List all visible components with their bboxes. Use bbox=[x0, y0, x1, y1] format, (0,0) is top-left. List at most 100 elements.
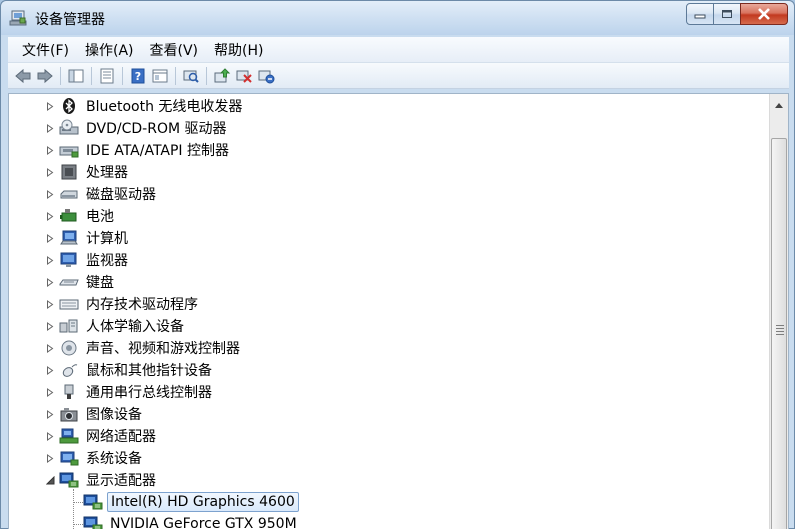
tree-expander[interactable] bbox=[45, 386, 55, 398]
help-button[interactable]: ? bbox=[127, 66, 149, 86]
bluetooth-icon bbox=[59, 96, 79, 116]
expand-arrow-icon bbox=[47, 365, 54, 375]
menu-file[interactable]: 文件(F) bbox=[14, 40, 77, 60]
tree-expander[interactable] bbox=[45, 188, 55, 200]
caption-buttons bbox=[686, 3, 788, 25]
scrollbar-grip-icon bbox=[776, 325, 784, 337]
maximize-button[interactable] bbox=[713, 3, 741, 25]
disable-device-button[interactable] bbox=[233, 66, 255, 86]
tree-expander[interactable] bbox=[45, 166, 55, 178]
tree-category-item[interactable]: 电池 bbox=[45, 205, 117, 227]
tree-category-item[interactable]: 磁盘驱动器 bbox=[45, 183, 159, 205]
processor-icon bbox=[59, 162, 79, 182]
tree-expander[interactable] bbox=[45, 254, 55, 266]
tree-category-item[interactable]: 网络适配器 bbox=[45, 425, 159, 447]
tree-expander[interactable] bbox=[45, 364, 55, 376]
tree-category-item[interactable]: 通用串行总线控制器 bbox=[45, 381, 215, 403]
tree-connector-line bbox=[73, 524, 83, 525]
tree-expander[interactable] bbox=[45, 298, 55, 310]
expand-arrow-icon bbox=[47, 189, 54, 199]
update-driver-button[interactable] bbox=[211, 66, 233, 86]
close-button[interactable] bbox=[740, 3, 788, 25]
menu-view[interactable]: 查看(V) bbox=[142, 40, 207, 60]
toolbar-separator bbox=[91, 66, 92, 85]
tree-expander[interactable] bbox=[45, 144, 55, 156]
tree-expander[interactable] bbox=[45, 342, 55, 354]
view-button[interactable] bbox=[149, 66, 171, 86]
close-icon bbox=[758, 8, 770, 20]
device-tree-pane[interactable]: Bluetooth 无线电收发器 DVD/CD-ROM 驱动器 IDE ATA/AT… bbox=[8, 93, 789, 529]
tree-item-label: NVIDIA GeForce GTX 950M bbox=[110, 516, 297, 529]
tree-category-item[interactable]: 计算机 bbox=[45, 227, 131, 249]
window-title: 设备管理器 bbox=[35, 12, 105, 28]
expand-arrow-icon bbox=[47, 431, 54, 441]
tree-category-item[interactable]: 系统设备 bbox=[45, 447, 145, 469]
minimize-icon bbox=[694, 14, 706, 19]
usb-icon bbox=[59, 382, 79, 402]
scrollbar-thumb[interactable] bbox=[771, 138, 787, 529]
tree-device-item[interactable]: NVIDIA GeForce GTX 950M bbox=[83, 513, 300, 529]
expand-arrow-icon bbox=[47, 255, 54, 265]
vertical-scrollbar[interactable] bbox=[769, 94, 788, 529]
hid-icon bbox=[59, 316, 79, 336]
menu-help[interactable]: 帮助(H) bbox=[206, 40, 271, 60]
help-icon: ? bbox=[131, 68, 145, 83]
tree-expander[interactable] bbox=[45, 452, 55, 464]
tree-item-label: 通用串行总线控制器 bbox=[86, 385, 212, 401]
tree-device-item[interactable]: Intel(R) HD Graphics 4600 bbox=[83, 491, 299, 513]
collapse-arrow-icon bbox=[45, 475, 54, 484]
tree-category-item[interactable]: 监视器 bbox=[45, 249, 131, 271]
tree-category-item[interactable]: 声音、视频和游戏控制器 bbox=[45, 337, 243, 359]
expand-arrow-icon bbox=[47, 123, 54, 133]
tree-item-label: 显示适配器 bbox=[86, 473, 156, 489]
tree-category-item[interactable]: 处理器 bbox=[45, 161, 131, 183]
tree-item-label: 图像设备 bbox=[86, 407, 142, 423]
tree-category-item[interactable]: Bluetooth 无线电收发器 bbox=[45, 95, 245, 117]
back-button[interactable] bbox=[12, 66, 34, 86]
properties-button[interactable] bbox=[96, 66, 118, 86]
expand-arrow-icon bbox=[47, 387, 54, 397]
system-device-icon bbox=[59, 448, 79, 468]
tree-expander[interactable] bbox=[45, 232, 55, 244]
tree-category-item[interactable]: 图像设备 bbox=[45, 403, 145, 425]
uninstall-device-button[interactable] bbox=[255, 66, 277, 86]
uninstall-device-icon bbox=[258, 70, 275, 83]
tree-category-item[interactable]: 人体学输入设备 bbox=[45, 315, 187, 337]
minimize-button[interactable] bbox=[686, 3, 714, 25]
forward-arrow-icon bbox=[37, 68, 53, 83]
disable-device-icon bbox=[236, 70, 252, 83]
tree-category-item[interactable]: DVD/CD-ROM 驱动器 bbox=[45, 117, 230, 139]
scan-hardware-button[interactable] bbox=[180, 66, 202, 86]
display-adapter-icon bbox=[83, 492, 103, 512]
tree-expander[interactable] bbox=[45, 210, 55, 222]
tree-category-item[interactable]: IDE ATA/ATAPI 控制器 bbox=[45, 139, 232, 161]
tree-expander[interactable] bbox=[45, 430, 55, 442]
tree-category-item[interactable]: 显示适配器 bbox=[45, 469, 159, 491]
tree-expander[interactable] bbox=[45, 122, 55, 134]
expand-arrow-icon bbox=[47, 101, 54, 111]
expand-arrow-icon bbox=[47, 299, 54, 309]
tree-expander[interactable] bbox=[45, 276, 55, 288]
tree-expander[interactable] bbox=[45, 100, 55, 112]
tree-expander[interactable] bbox=[45, 320, 55, 332]
tree-expander[interactable] bbox=[45, 474, 55, 486]
tree-category-item[interactable]: 键盘 bbox=[45, 271, 117, 293]
tree-item-label: 磁盘驱动器 bbox=[86, 187, 156, 203]
toolbar-separator bbox=[60, 66, 61, 85]
tree-item-label: IDE ATA/ATAPI 控制器 bbox=[86, 143, 230, 159]
tree-category-item[interactable]: 鼠标和其他指针设备 bbox=[45, 359, 215, 381]
tree-expander[interactable] bbox=[45, 408, 55, 420]
back-arrow-icon bbox=[15, 68, 31, 83]
tree-item-label: 键盘 bbox=[86, 275, 114, 291]
title-bar[interactable]: 设备管理器 bbox=[1, 1, 794, 35]
tree-item-label: 电池 bbox=[86, 209, 114, 225]
scroll-up-button[interactable] bbox=[770, 96, 788, 114]
show-hide-tree-button[interactable] bbox=[65, 66, 87, 86]
menu-action[interactable]: 操作(A) bbox=[77, 40, 142, 60]
forward-button[interactable] bbox=[34, 66, 56, 86]
sound-icon bbox=[59, 338, 79, 358]
computer-icon bbox=[59, 228, 79, 248]
battery-icon bbox=[59, 206, 79, 226]
tree-category-item[interactable]: 内存技术驱动程序 bbox=[45, 293, 201, 315]
expand-arrow-icon bbox=[47, 167, 54, 177]
